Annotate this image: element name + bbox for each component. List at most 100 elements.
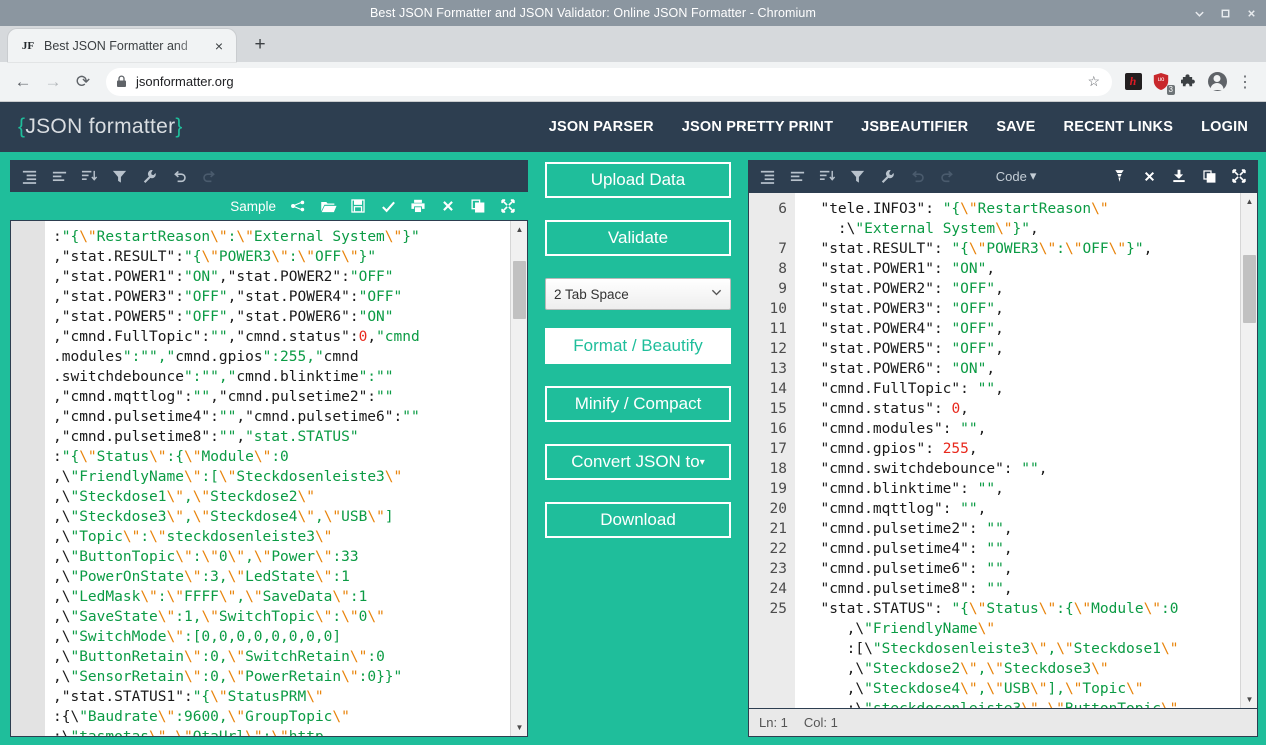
url-text: jsonformatter.org — [136, 74, 234, 89]
input-code-text[interactable]: :"{\"RestartReason\":\"External System\"… — [45, 221, 510, 736]
input-gutter — [11, 221, 45, 736]
avatar[interactable] — [1204, 69, 1230, 95]
scroll-down-icon[interactable]: ▼ — [1241, 691, 1257, 708]
line-number — [749, 659, 787, 679]
view-mode-select[interactable]: Code ▾ — [996, 168, 1037, 184]
extension-badge-count: 3 — [1166, 84, 1175, 95]
nav-recent-links[interactable]: RECENT LINKS — [1064, 119, 1174, 135]
scroll-thumb[interactable] — [1243, 255, 1256, 323]
print-icon[interactable] — [404, 193, 432, 219]
copy-icon[interactable] — [1194, 161, 1224, 191]
back-icon[interactable]: ← — [8, 67, 38, 97]
bookmark-star-icon[interactable]: ☆ — [1087, 73, 1102, 90]
tab-close-icon[interactable]: × — [210, 37, 228, 55]
scroll-thumb[interactable] — [513, 261, 526, 319]
ublock-shield-icon[interactable]: uo 3 — [1148, 69, 1175, 95]
sort-icon[interactable] — [812, 161, 842, 191]
align-icon[interactable] — [44, 161, 74, 191]
address-bar[interactable]: jsonformatter.org ☆ — [106, 67, 1112, 96]
site-navigation: JSON PARSER JSON PRETTY PRINT JSBEAUTIFI… — [549, 119, 1248, 135]
save-icon[interactable] — [344, 193, 372, 219]
line-number: 21 — [769, 521, 787, 537]
redo-icon[interactable] — [194, 161, 224, 191]
output-editor[interactable]: 6 7 8 9 10 11 12 13 14 15 16 17 18 19 20 21 22 23 24 25 "t… — [748, 192, 1258, 709]
nav-json-pretty-print[interactable]: JSON PRETTY PRINT — [682, 119, 833, 135]
line-number: 12 — [769, 341, 787, 357]
line-number: 16 — [769, 421, 787, 437]
scroll-down-icon[interactable]: ▼ — [511, 719, 527, 736]
sample-label[interactable]: Sample — [230, 199, 276, 214]
reload-icon[interactable]: ⟳ — [68, 67, 98, 97]
nav-save[interactable]: SAVE — [996, 119, 1035, 135]
open-folder-icon[interactable] — [314, 193, 342, 219]
line-number: 13 — [769, 361, 787, 377]
nav-json-parser[interactable]: JSON PARSER — [549, 119, 654, 135]
indent-icon[interactable] — [14, 161, 44, 191]
close-icon[interactable] — [1238, 0, 1264, 26]
filter-icon[interactable] — [104, 161, 134, 191]
link-icon[interactable] — [284, 193, 312, 219]
site-logo[interactable]: {JSON formatter} — [18, 115, 183, 139]
output-scrollbar[interactable]: ▲ ▼ — [1240, 193, 1257, 708]
redo-icon[interactable] — [932, 161, 962, 191]
check-icon[interactable] — [374, 193, 402, 219]
line-number — [749, 699, 787, 708]
window-controls — [1186, 0, 1266, 26]
input-panel: Sample:"{\"RestartReason\":\"External S… — [10, 160, 528, 737]
validate-button[interactable]: Validate — [545, 220, 731, 256]
minify-compact-button[interactable]: Minify / Compact — [545, 386, 731, 422]
logo-close-brace: } — [175, 115, 183, 138]
fullscreen-icon[interactable] — [1224, 161, 1254, 191]
undo-icon[interactable] — [164, 161, 194, 191]
minimize-icon[interactable] — [1186, 0, 1212, 26]
line-number: 22 — [769, 541, 787, 557]
line-number: 18 — [769, 461, 787, 477]
align-icon[interactable] — [782, 161, 812, 191]
wrench-icon[interactable] — [134, 161, 164, 191]
line-number — [749, 639, 787, 659]
clear-icon[interactable] — [1134, 161, 1164, 191]
input-scrollbar[interactable]: ▲ ▼ — [510, 221, 527, 736]
line-number: 20 — [769, 501, 787, 517]
nav-login[interactable]: LOGIN — [1201, 119, 1248, 135]
save-download-icon[interactable] — [1164, 161, 1194, 191]
line-number — [749, 619, 787, 639]
main-content: Sample:"{\"RestartReason\":\"External S… — [0, 152, 1266, 737]
fullscreen-icon[interactable] — [494, 193, 522, 219]
line-indicator: Ln: 1 — [759, 715, 788, 730]
forward-icon[interactable]: → — [38, 67, 68, 97]
clear-icon[interactable] — [434, 193, 462, 219]
download-button[interactable]: Download — [545, 502, 731, 538]
undo-icon[interactable] — [902, 161, 932, 191]
output-toolbar: Code ▾ — [748, 160, 1258, 192]
scroll-up-icon[interactable]: ▲ — [1241, 193, 1257, 210]
tab-space-select[interactable]: 2 Tab Space — [545, 278, 731, 310]
scroll-up-icon[interactable]: ▲ — [511, 221, 527, 238]
input-toolbar — [10, 160, 528, 192]
download-tree-icon[interactable] — [1104, 161, 1134, 191]
indent-icon[interactable] — [752, 161, 782, 191]
output-line-numbers: 6 7 8 9 10 11 12 13 14 15 16 17 18 19 20 21 22 23 24 25 — [749, 193, 795, 708]
upload-data-button[interactable]: Upload Data — [545, 162, 731, 198]
copy-icon[interactable] — [464, 193, 492, 219]
nav-jsbeautifier[interactable]: JSBEAUTIFIER — [861, 119, 968, 135]
line-number: 17 — [769, 441, 787, 457]
line-number: 25 — [769, 601, 787, 617]
maximize-icon[interactable] — [1212, 0, 1238, 26]
browser-toolbar: ← → ⟳ jsonformatter.org ☆ h uo 3 ⋮ — [0, 62, 1266, 102]
sort-icon[interactable] — [74, 161, 104, 191]
input-editor[interactable]: :"{\"RestartReason\":\"External System\"… — [10, 220, 528, 737]
column-indicator: Col: 1 — [803, 715, 838, 730]
extension-h-icon[interactable]: h — [1120, 69, 1146, 95]
browser-tab[interactable]: JF Best JSON Formatter and × — [8, 29, 236, 62]
puzzle-extensions-icon[interactable] — [1176, 69, 1202, 95]
browser-tabstrip: JF Best JSON Formatter and × + — [0, 26, 1266, 62]
output-code-text[interactable]: "tele.INFO3": "{\"RestartReason\" :\"Ext… — [795, 193, 1240, 708]
browser-menu-icon[interactable]: ⋮ — [1232, 69, 1258, 95]
new-tab-button[interactable]: + — [246, 31, 274, 59]
format-beautify-button[interactable]: Format / Beautify — [545, 328, 731, 364]
convert-json-to-button[interactable]: Convert JSON to ▾ — [545, 444, 731, 480]
wrench-icon[interactable] — [872, 161, 902, 191]
line-number: 8 — [778, 261, 787, 277]
filter-icon[interactable] — [842, 161, 872, 191]
